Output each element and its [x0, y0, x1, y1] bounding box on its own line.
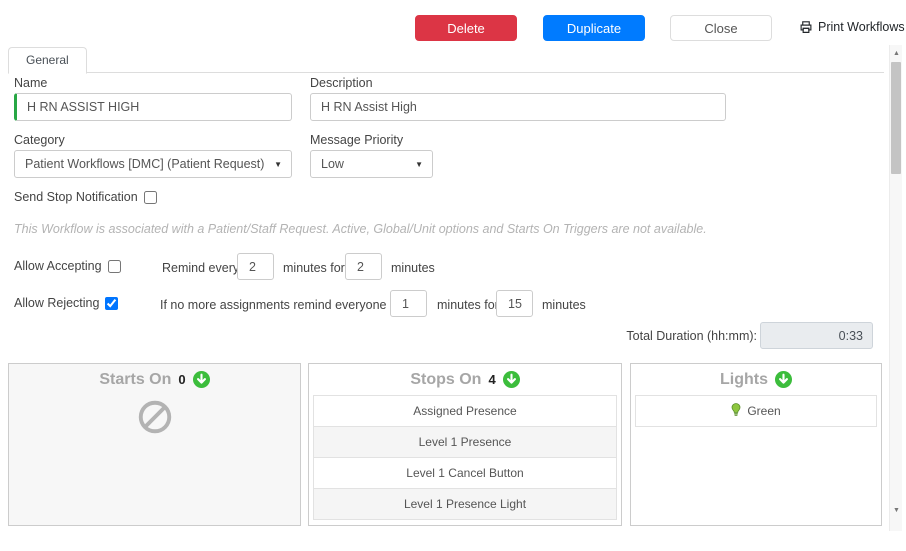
reject-minutes-for-text: minutes for	[437, 298, 499, 312]
lights-title: Lights	[720, 370, 768, 388]
allow-accepting-checkbox[interactable]	[107, 259, 121, 273]
starts-on-title: Starts On	[99, 370, 172, 388]
no-triggers-ban-icon	[137, 399, 173, 440]
starts-on-count: 0	[178, 372, 186, 387]
workflow-association-notice: This Workflow is associated with a Patie…	[14, 222, 707, 236]
add-stop-trigger-icon[interactable]	[502, 371, 520, 388]
total-duration-input	[760, 322, 873, 349]
send-stop-notification-row: Send Stop Notification	[14, 190, 157, 204]
stops-on-item-label: Assigned Presence	[413, 404, 517, 418]
stops-on-item-label: Level 1 Presence	[418, 435, 512, 449]
category-label: Category	[14, 133, 65, 147]
stops-on-count: 4	[488, 372, 496, 387]
accept-minutes-for-text: minutes for	[283, 261, 345, 275]
remind-every-text: Remind every	[162, 261, 240, 275]
starts-on-panel: Starts On 0	[8, 363, 301, 526]
print-workflows-link[interactable]: Print Workflows	[799, 20, 905, 34]
duplicate-button[interactable]: Duplicate	[543, 15, 645, 41]
add-trigger-icon[interactable]	[192, 371, 210, 388]
send-stop-notification-checkbox[interactable]	[143, 190, 157, 204]
message-priority-label: Message Priority	[310, 133, 404, 147]
tab-bar-divider	[8, 72, 884, 73]
reject-remind-every-input[interactable]	[390, 290, 427, 317]
stops-on-title: Stops On	[410, 370, 482, 388]
accept-remind-every-input[interactable]	[237, 253, 274, 280]
reject-minutes-text: minutes	[542, 298, 586, 312]
no-more-assignments-text: If no more assignments remind everyone e…	[160, 298, 421, 312]
description-input[interactable]	[310, 93, 726, 121]
total-duration-label: Total Duration (hh:mm):	[626, 329, 757, 343]
add-light-icon[interactable]	[775, 371, 792, 388]
light-item[interactable]: Green	[635, 395, 877, 427]
chevron-down-icon: ▼	[274, 159, 282, 169]
name-label: Name	[14, 76, 48, 90]
print-workflows-label: Print Workflows	[818, 20, 905, 34]
stops-on-list: Assigned Presence Level 1 Presence Level…	[309, 395, 621, 520]
delete-button[interactable]: Delete	[415, 15, 517, 41]
scrollbar-thumb[interactable]	[891, 62, 901, 174]
name-input[interactable]	[14, 93, 292, 121]
stops-on-item[interactable]: Level 1 Presence Light	[313, 488, 617, 520]
allow-rejecting-label: Allow Rejecting	[14, 296, 100, 310]
stops-on-item-label: Level 1 Cancel Button	[406, 466, 524, 480]
lights-header: Lights	[631, 364, 881, 395]
allow-accepting-row: Allow Accepting	[14, 259, 121, 273]
vertical-scrollbar[interactable]: ▲ ▼	[889, 45, 902, 531]
stops-on-item[interactable]: Level 1 Presence	[313, 426, 617, 458]
lights-panel: Lights Green	[630, 363, 882, 526]
stops-on-panel: Stops On 4 Assigned Presence Level 1 Pre…	[308, 363, 622, 526]
allow-rejecting-row: Allow Rejecting	[14, 296, 119, 310]
tab-general[interactable]: General	[8, 47, 87, 74]
chevron-down-icon: ▼	[415, 159, 423, 169]
accept-remind-for-input[interactable]	[345, 253, 382, 280]
lightbulb-icon	[731, 402, 741, 420]
stops-on-item[interactable]: Assigned Presence	[313, 395, 617, 427]
lights-list: Green	[631, 395, 881, 427]
close-button[interactable]: Close	[670, 15, 772, 41]
scrollbar-up-arrow-icon[interactable]: ▲	[890, 47, 903, 60]
workflow-editor-page: Delete Duplicate Close Print Workflows ▲…	[0, 0, 906, 551]
message-priority-select[interactable]: Low ▼	[310, 150, 433, 178]
message-priority-selected-value: Low	[321, 157, 344, 171]
allow-rejecting-checkbox[interactable]	[105, 296, 119, 310]
starts-on-header: Starts On 0	[9, 364, 300, 395]
stops-on-item[interactable]: Level 1 Cancel Button	[313, 457, 617, 489]
light-item-label: Green	[747, 404, 781, 418]
allow-accepting-label: Allow Accepting	[14, 259, 102, 273]
reject-remind-for-input[interactable]	[496, 290, 533, 317]
category-selected-value: Patient Workflows [DMC] (Patient Request…	[25, 157, 265, 171]
stops-on-item-label: Level 1 Presence Light	[403, 497, 527, 511]
scrollbar-down-arrow-icon[interactable]: ▼	[890, 504, 903, 517]
accept-minutes-text: minutes	[391, 261, 435, 275]
stops-on-header: Stops On 4	[309, 364, 621, 395]
category-select[interactable]: Patient Workflows [DMC] (Patient Request…	[14, 150, 292, 178]
printer-icon	[799, 20, 813, 34]
send-stop-notification-label: Send Stop Notification	[14, 190, 138, 204]
description-label: Description	[310, 76, 373, 90]
